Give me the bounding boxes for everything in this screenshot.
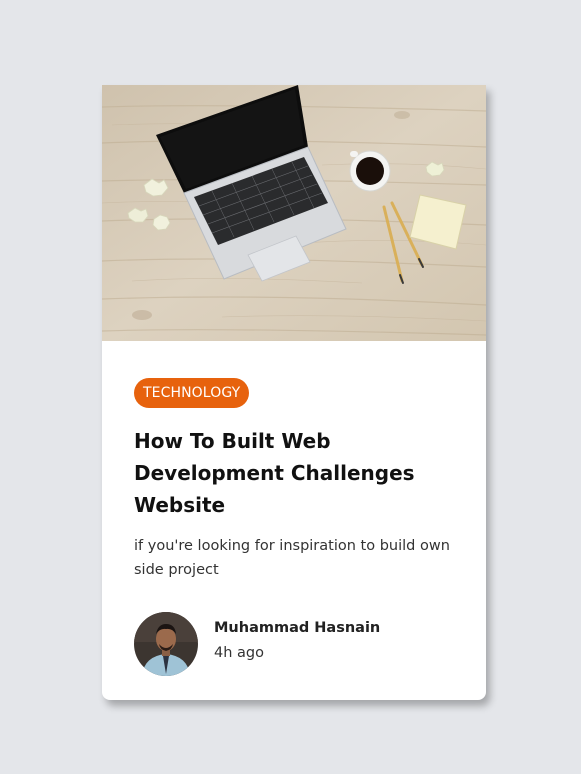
card-title[interactable]: How To Built Web Development Challenges …	[134, 425, 444, 521]
author-section: Muhammad Hasnain 4h ago	[134, 612, 454, 678]
card-description: if you're looking for inspiration to bui…	[134, 538, 450, 578]
card-hero-image	[102, 85, 486, 341]
author-name[interactable]: Muhammad Hasnain	[214, 620, 380, 636]
category-tag[interactable]: TECHNOLOGY	[134, 378, 250, 408]
person-icon	[134, 612, 198, 676]
post-time: 4h ago	[214, 645, 264, 661]
blog-card[interactable]: TECHNOLOGY How To Built Web Development …	[102, 85, 486, 700]
avatar[interactable]	[134, 612, 198, 676]
